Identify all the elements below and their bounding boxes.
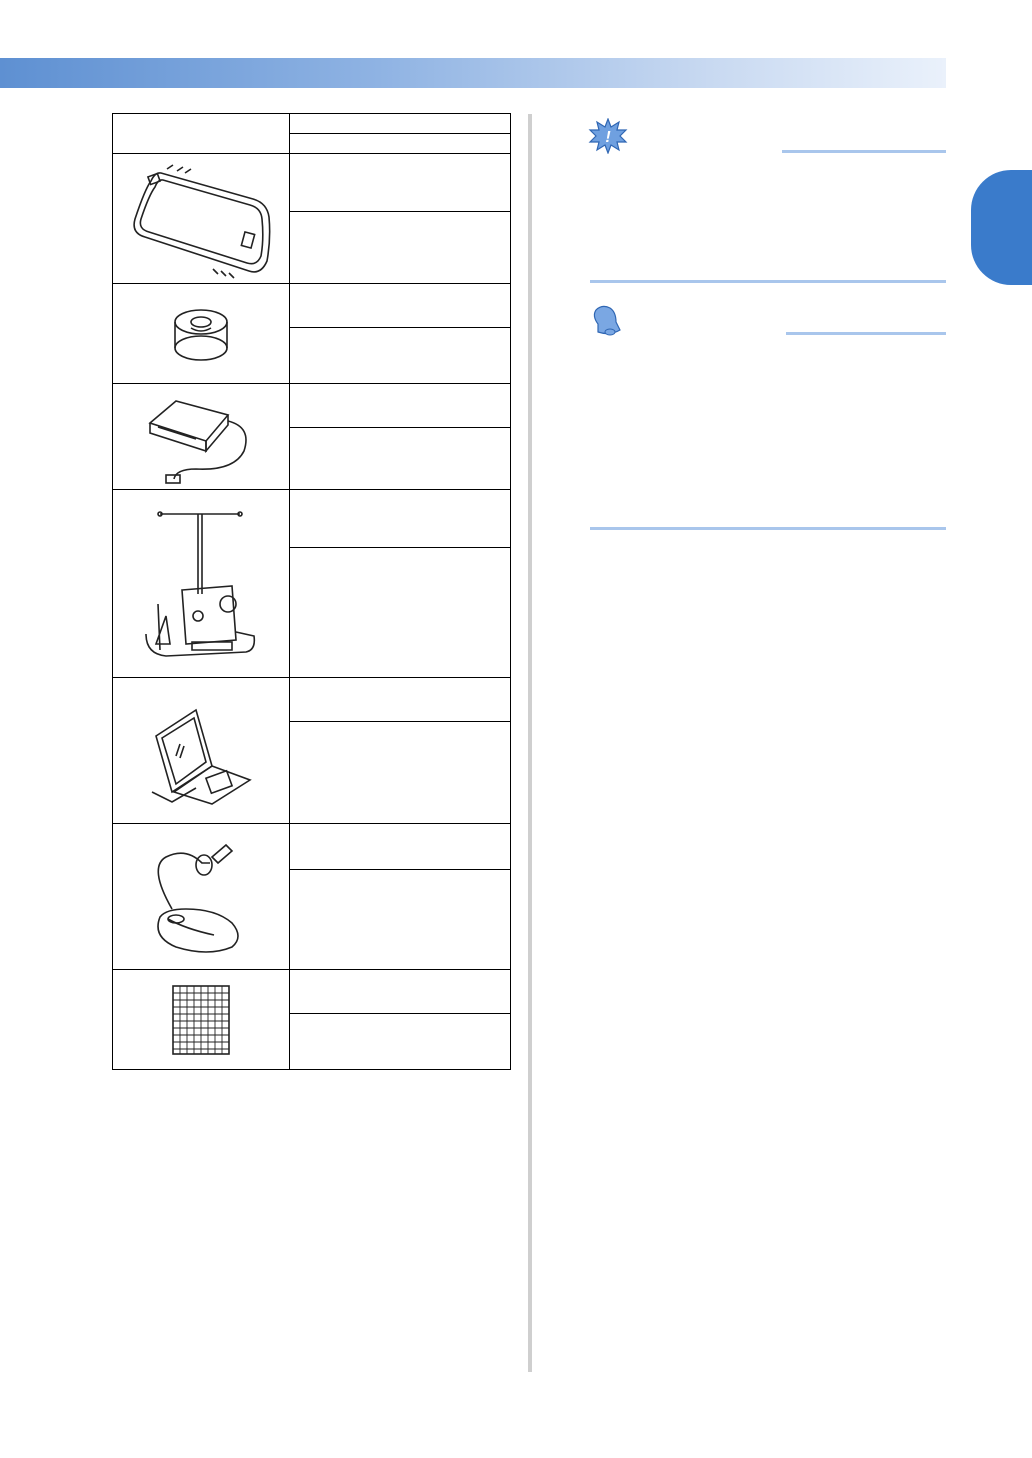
embroidery-card-image: [112, 677, 290, 824]
options-table: [112, 113, 511, 1070]
table-cell: [289, 547, 511, 678]
note-icon: !: [588, 118, 628, 154]
table-cell: [289, 427, 511, 490]
table-header-blank: [112, 113, 290, 154]
grid-sheet-image: [112, 969, 290, 1070]
table-cell: [289, 327, 511, 384]
table-cell: [289, 283, 511, 328]
memo-bottom-rule: [590, 527, 946, 530]
header-band: [0, 58, 946, 88]
table-cell: [289, 721, 511, 824]
bobbin-image: [112, 283, 290, 384]
embroidery-card-icon: [151, 708, 252, 805]
table-header-cell: [289, 133, 511, 154]
table-cell: [289, 677, 511, 722]
grid-sheet-icon: [172, 984, 230, 1055]
usb-mouse-image: [112, 823, 290, 970]
svg-text:!: !: [605, 129, 611, 146]
table-cell: [289, 153, 511, 212]
table-cell: [289, 823, 511, 870]
table-cell: [289, 969, 511, 1014]
table-cell: [289, 489, 511, 548]
table-cell: [289, 383, 511, 428]
bobbin-icon: [174, 308, 228, 361]
note-bottom-rule: [590, 280, 946, 283]
note-title-rule: [782, 150, 946, 153]
embroidery-frame-icon: [133, 163, 271, 279]
cap-frame-driver-icon: [145, 510, 256, 657]
usb-mouse-icon: [157, 843, 239, 953]
memo-bell-icon: [593, 305, 621, 336]
chapter-tab[interactable]: [971, 170, 1032, 285]
card-reader-image: [112, 383, 290, 490]
table-cell: [289, 1013, 511, 1070]
table-cell: [289, 869, 511, 970]
table-header-cell: [289, 113, 511, 134]
cap-frame-driver-image: [112, 489, 290, 678]
card-reader-icon: [148, 399, 247, 484]
table-cell: [289, 211, 511, 284]
column-divider: [528, 114, 532, 1372]
memo-title-rule: [786, 332, 946, 335]
embroidery-frame-image: [112, 153, 290, 284]
